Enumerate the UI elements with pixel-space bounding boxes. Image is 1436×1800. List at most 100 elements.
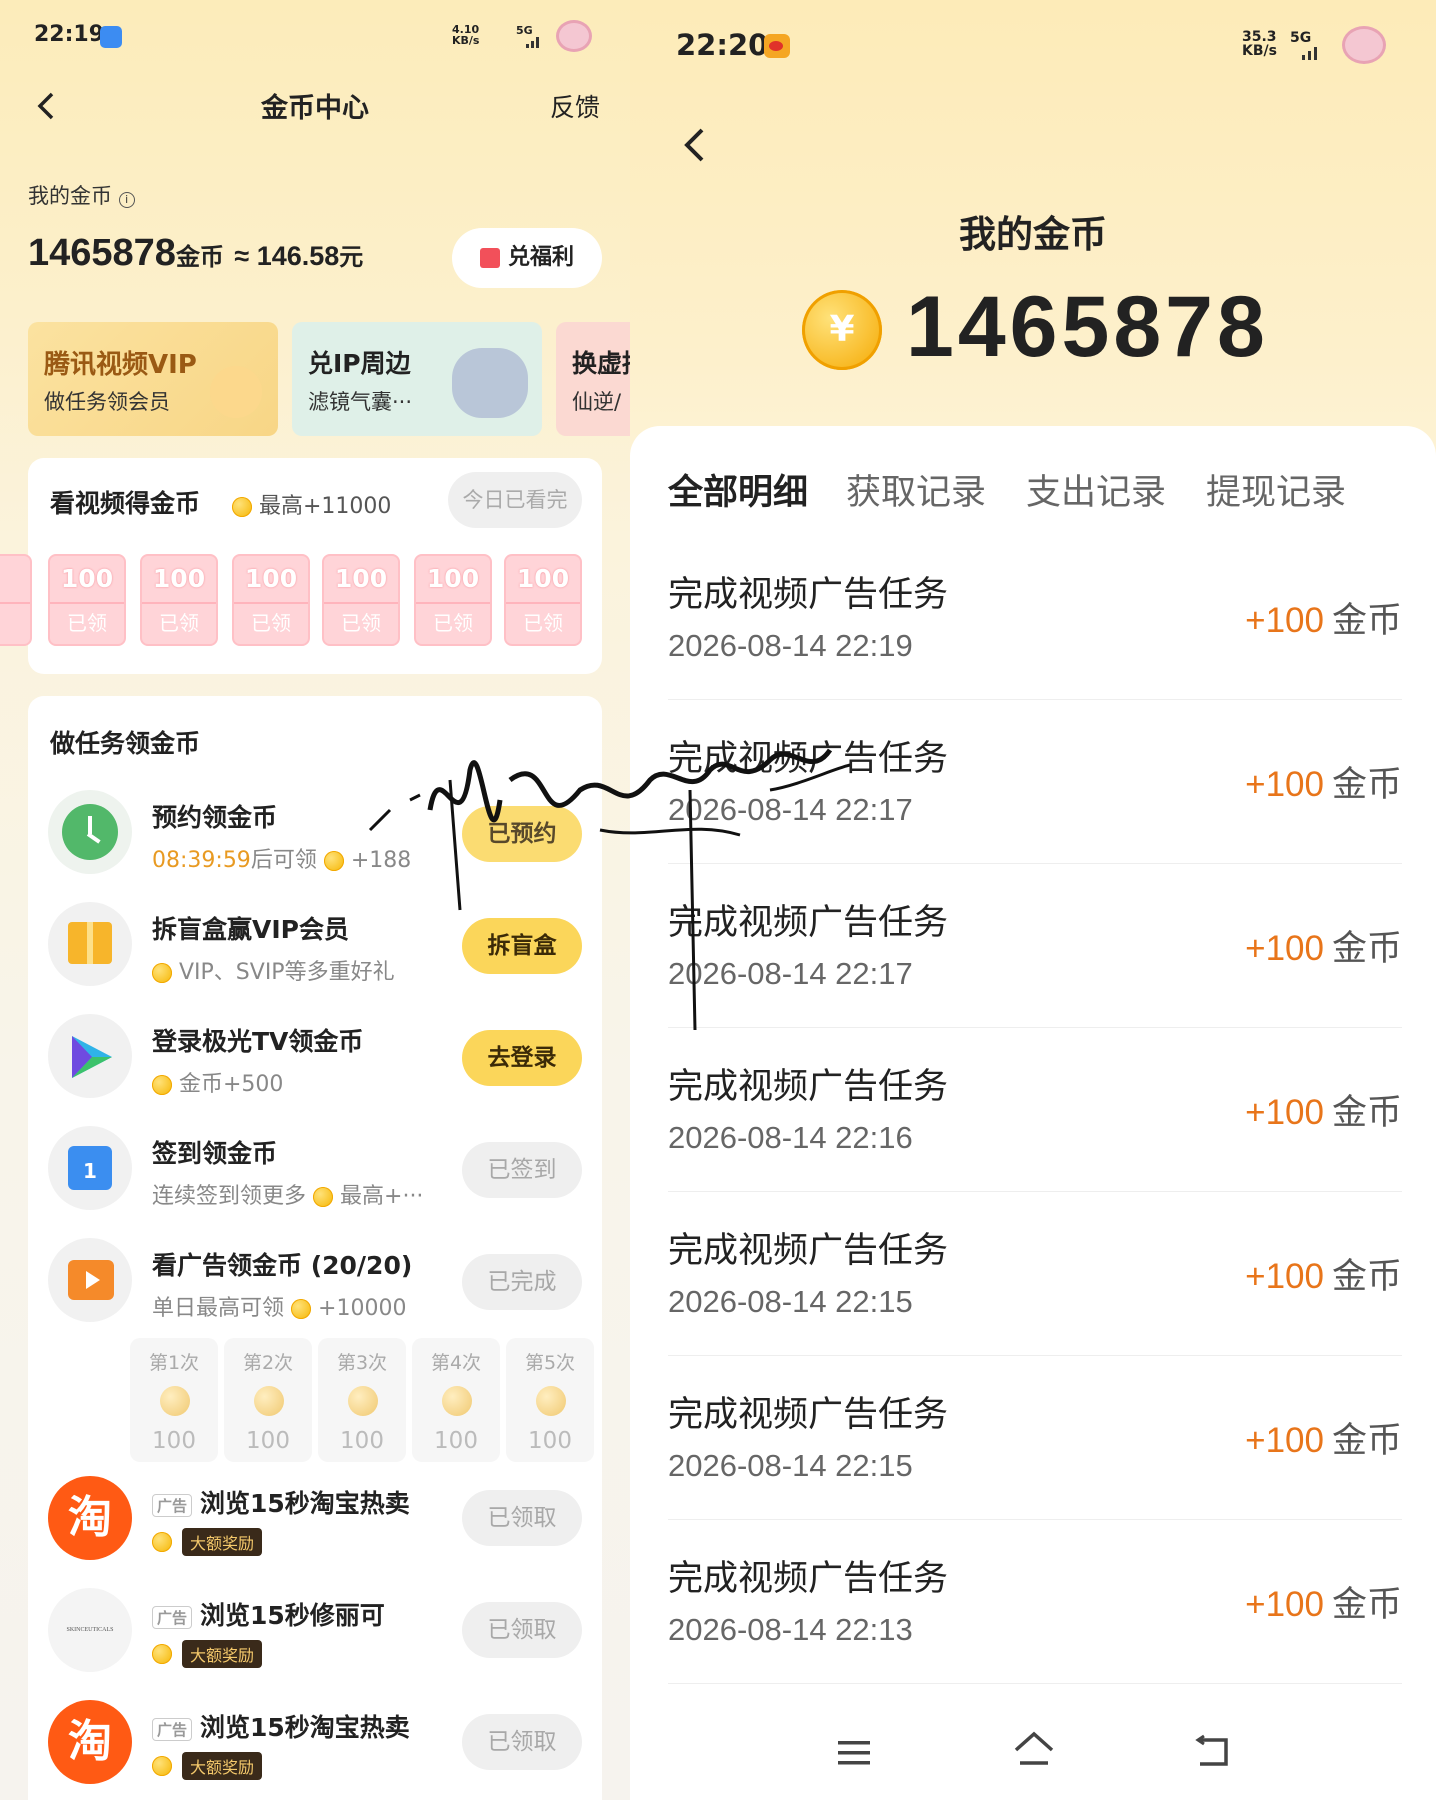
- page-title: 我的金币: [959, 213, 1107, 256]
- ad-count-cell: 第4次 100: [412, 1338, 500, 1462]
- yuan-unit: 元: [339, 244, 364, 271]
- record-amount: +100 金币: [1245, 1412, 1402, 1463]
- cartoon-characters-image: [452, 348, 528, 418]
- task-icon: [48, 1014, 132, 1098]
- ad-count-label: 第1次: [148, 1352, 200, 1374]
- exchange-welfare-button[interactable]: 兑福利: [452, 228, 602, 288]
- info-icon[interactable]: i: [118, 192, 135, 208]
- ad-tag: 广告: [152, 1605, 193, 1629]
- red-packet-state: 已领: [523, 611, 563, 635]
- red-packet-amount: 100: [244, 564, 298, 593]
- ad-claimed-button[interactable]: 已领取: [462, 1714, 582, 1770]
- wallet-label-text: 我的金币: [28, 184, 112, 208]
- task-icon: [48, 1238, 132, 1322]
- net-speed: 35.3 KB/s: [1242, 30, 1277, 58]
- calendar-icon: 1: [68, 1146, 112, 1190]
- battery-donut-icon: [556, 20, 592, 52]
- task-sub-text: 单日最高可领: [152, 1296, 285, 1321]
- gift-icon: [479, 248, 500, 268]
- net-speed-value: 35.3: [1242, 29, 1277, 45]
- task-sub-text: 金币+500: [179, 1072, 284, 1097]
- record-amount-unit: 金币: [1331, 1585, 1402, 1624]
- big-reward-badge: 大额奖励: [182, 1640, 263, 1668]
- promo-virtual[interactable]: 换虚拟 仙逆/: [556, 322, 630, 436]
- record-item: 完成视频广告任务 2026-08-14 22:16 +100 金币: [668, 1028, 1402, 1192]
- clock-icon: [62, 804, 118, 860]
- record-title: 完成视频广告任务: [668, 1067, 949, 1107]
- feedback-link[interactable]: 反馈: [550, 88, 600, 124]
- coin-icon: [232, 497, 252, 517]
- yuan-value: ≈ 146.58: [234, 241, 340, 271]
- signal-icon: [526, 37, 539, 48]
- net-speed-unit: KB/s: [452, 34, 480, 47]
- tab-withdraw[interactable]: 提现记录: [1206, 464, 1346, 515]
- ad-count-value: 100: [340, 1428, 384, 1454]
- coin-balance: 1465878: [906, 279, 1269, 375]
- task-icon: 1: [48, 1126, 132, 1210]
- watch-video-max: 最高+11000: [232, 488, 391, 520]
- record-amount-value: +100: [1245, 929, 1324, 968]
- menu-icon[interactable]: [836, 1738, 872, 1768]
- net-speed-unit: KB/s: [1242, 43, 1277, 59]
- promo-ip-merch[interactable]: 兑IP周边 滤镜气囊···: [292, 322, 542, 436]
- red-packet: 100 已领: [414, 554, 492, 646]
- wallet-label: 我的金币 i: [28, 180, 135, 210]
- task-name: 签到领金币: [152, 1139, 278, 1168]
- task-icon: [48, 790, 132, 874]
- wallet-balance: 1465878金币 ≈ 146.58元: [28, 232, 363, 275]
- ad-name: 浏览15秒修丽可: [200, 1601, 385, 1630]
- coin-icon: [152, 1756, 172, 1776]
- back-icon[interactable]: [682, 126, 708, 164]
- tab-earned[interactable]: 获取记录: [846, 464, 986, 515]
- record-time: 2026-08-14 22:13: [668, 1612, 913, 1647]
- red-packet-state: 已领: [433, 611, 473, 635]
- record-amount-unit: 金币: [1331, 929, 1402, 968]
- ad-count-value: 100: [528, 1428, 572, 1454]
- record-title: 完成视频广告任务: [668, 1559, 949, 1599]
- red-packet-state: 已领: [159, 611, 199, 635]
- ad-count-cell: 第5次 100: [506, 1338, 594, 1462]
- status-time: 22:20: [676, 28, 769, 62]
- record-amount: +100 金币: [1245, 756, 1402, 807]
- coin-stack-icon: [536, 1386, 566, 1416]
- record-amount: +100 金币: [1245, 1576, 1402, 1627]
- red-packet-state: 已领: [251, 611, 291, 635]
- tab-spent[interactable]: 支出记录: [1026, 464, 1166, 515]
- ad-badge-row: 大额奖励: [152, 1752, 263, 1780]
- task-icon: [48, 902, 132, 986]
- ad-claimed-button[interactable]: 已领取: [462, 1602, 582, 1658]
- promo-tencent-vip[interactable]: 腾讯视频VIP 做任务领会员: [28, 322, 278, 436]
- record-amount-unit: 金币: [1331, 601, 1402, 640]
- home-icon[interactable]: [1012, 1730, 1056, 1768]
- red-packet-amount: 100: [426, 564, 480, 593]
- task-sub: 单日最高可领 +10000: [152, 1290, 406, 1322]
- red-packet-partial: [0, 554, 32, 646]
- tab-all[interactable]: 全部明细: [668, 464, 808, 515]
- task-reward: 最高+···: [340, 1184, 424, 1209]
- record-title: 完成视频广告任务: [668, 1231, 949, 1271]
- ad-badge-row: 大额奖励: [152, 1528, 263, 1556]
- record-amount: +100 金币: [1245, 1248, 1402, 1299]
- back-nav-icon[interactable]: [1192, 1734, 1232, 1768]
- ad-claimed-button[interactable]: 已领取: [462, 1490, 582, 1546]
- signed-in-button[interactable]: 已签到: [462, 1142, 582, 1198]
- task-name: 看广告领金币 (20/20): [152, 1251, 413, 1280]
- record-title: 完成视频广告任务: [668, 1395, 949, 1435]
- record-time: 2026-08-14 22:16: [668, 1120, 913, 1155]
- promo-title: 兑IP周边: [308, 349, 411, 378]
- promo-title: 腾讯视频VIP: [44, 350, 197, 380]
- task-name: 登录极光TV领金币: [152, 1027, 364, 1056]
- record-amount-value: +100: [1245, 765, 1324, 804]
- red-packet-amount: 100: [152, 564, 206, 593]
- ad-count-cell: 第3次 100: [318, 1338, 406, 1462]
- ad-task-done-button[interactable]: 已完成: [462, 1254, 582, 1310]
- record-item: 完成视频广告任务 2026-08-14 22:19 +100 金币: [668, 536, 1402, 700]
- ad-name: 浏览15秒淘宝热卖: [200, 1489, 410, 1518]
- record-amount-value: +100: [1245, 1093, 1324, 1132]
- today-done-button[interactable]: 今日已看完: [448, 472, 582, 528]
- red-packet: 100 已领: [140, 554, 218, 646]
- promo-sub: 做任务领会员: [44, 390, 170, 414]
- battery-donut-icon: [1342, 26, 1386, 64]
- record-amount-value: +100: [1245, 1421, 1324, 1460]
- red-packet: 100 已领: [48, 554, 126, 646]
